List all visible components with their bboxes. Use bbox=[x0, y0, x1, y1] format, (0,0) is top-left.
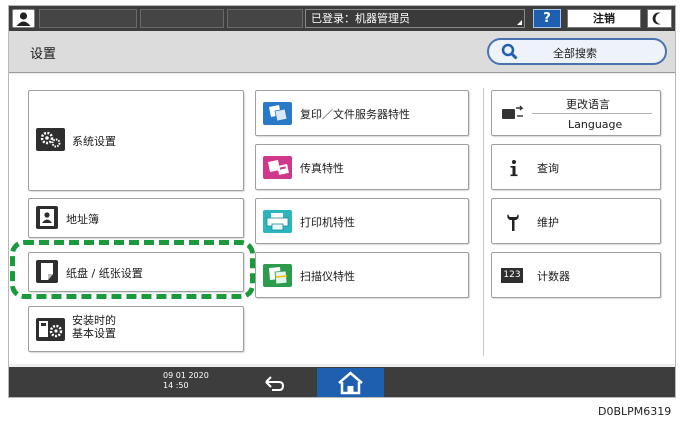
search-all-button[interactable]: 全部搜索 bbox=[487, 38, 667, 65]
date-text: 09 01 2020 bbox=[163, 371, 209, 380]
figure-code: D0BLPM6319 bbox=[598, 405, 672, 418]
status-segment bbox=[227, 9, 303, 28]
setup-gear-icon bbox=[36, 318, 65, 341]
copier-docserver-features-tile[interactable]: 复印／文件服务器特性 bbox=[255, 90, 469, 136]
back-arrow-icon bbox=[265, 376, 285, 391]
language-switch-icon bbox=[502, 105, 524, 119]
language-label-en: Language bbox=[568, 118, 623, 131]
time-text: 14 :50 bbox=[163, 381, 189, 390]
wrench-icon bbox=[507, 214, 519, 231]
help-button[interactable]: ? bbox=[533, 9, 561, 28]
initial-setup-label-line1: 安装时的 bbox=[72, 314, 116, 327]
login-status-text: 已登录：机器管理员 bbox=[311, 12, 410, 25]
counter-icon: 123 bbox=[501, 268, 523, 283]
initial-setup-label: 安装时的 基本设置 bbox=[72, 314, 116, 340]
logout-button[interactable]: 注销 bbox=[567, 9, 641, 28]
status-segment bbox=[39, 9, 137, 28]
login-status[interactable]: 已登录：机器管理员 bbox=[305, 9, 525, 28]
energy-saver-button[interactable] bbox=[647, 9, 672, 28]
inquiry-label: 查询 bbox=[537, 162, 559, 175]
address-book-tile[interactable]: 地址簿 bbox=[28, 198, 244, 238]
address-book-icon bbox=[36, 206, 58, 229]
user-icon[interactable] bbox=[12, 9, 35, 28]
scanner-icon bbox=[263, 264, 292, 287]
inquiry-tile[interactable]: 查询 bbox=[491, 144, 661, 190]
highlight-annotation bbox=[10, 240, 255, 299]
printer-icon bbox=[263, 210, 292, 233]
scanner-features-label: 扫描仪特性 bbox=[300, 270, 355, 283]
counter-tile[interactable]: 123 计数器 bbox=[491, 252, 661, 298]
gear-icon bbox=[36, 128, 65, 151]
copier-docserver-features-label: 复印／文件服务器特性 bbox=[300, 108, 410, 121]
system-settings-tile[interactable]: 系统设置 bbox=[28, 90, 244, 191]
info-icon bbox=[510, 160, 518, 177]
change-language-tile[interactable]: 更改语言 Language bbox=[491, 90, 661, 136]
initial-setup-label-line2: 基本设置 bbox=[72, 327, 116, 340]
bottom-bar: 09 01 2020 14 :50 bbox=[9, 367, 675, 397]
language-divider bbox=[532, 113, 652, 114]
maintenance-tile[interactable]: 维护 bbox=[491, 198, 661, 244]
fax-icon bbox=[263, 156, 292, 179]
printer-features-label: 打印机特性 bbox=[300, 216, 355, 229]
fax-features-label: 传真特性 bbox=[300, 162, 344, 175]
fax-features-tile[interactable]: 传真特性 bbox=[255, 144, 469, 190]
corner-triangle-icon bbox=[517, 20, 522, 25]
home-button[interactable] bbox=[317, 368, 384, 397]
column-divider bbox=[483, 88, 484, 356]
back-button[interactable] bbox=[247, 370, 297, 394]
initial-setup-tile[interactable]: 安装时的 基本设置 bbox=[28, 306, 244, 352]
device-screen: 已登录：机器管理员 ? 注销 设置 全部搜索 系统设置 地址簿 纸盘 / 纸张设… bbox=[8, 5, 676, 398]
change-language-label: 更改语言 bbox=[566, 98, 610, 111]
printer-features-tile[interactable]: 打印机特性 bbox=[255, 198, 469, 244]
address-book-label: 地址簿 bbox=[66, 213, 99, 226]
search-icon bbox=[501, 43, 518, 60]
maintenance-label: 维护 bbox=[537, 216, 559, 229]
counter-label: 计数器 bbox=[537, 270, 570, 283]
status-segment bbox=[140, 9, 224, 28]
system-settings-label: 系统设置 bbox=[72, 135, 116, 148]
settings-menu: 系统设置 地址簿 纸盘 / 纸张设置 安装时的 基本设置 复印／文件服务器特性 … bbox=[9, 74, 675, 364]
copier-icon bbox=[263, 102, 292, 125]
scanner-features-tile[interactable]: 扫描仪特性 bbox=[255, 252, 469, 298]
settings-header: 设置 全部搜索 bbox=[9, 31, 675, 73]
date-time: 09 01 2020 14 :50 bbox=[163, 371, 209, 391]
status-bar: 已登录：机器管理员 ? 注销 bbox=[9, 6, 675, 31]
moon-icon bbox=[652, 12, 661, 25]
search-all-label: 全部搜索 bbox=[553, 47, 597, 60]
page-title: 设置 bbox=[30, 47, 57, 62]
home-icon bbox=[338, 371, 363, 395]
